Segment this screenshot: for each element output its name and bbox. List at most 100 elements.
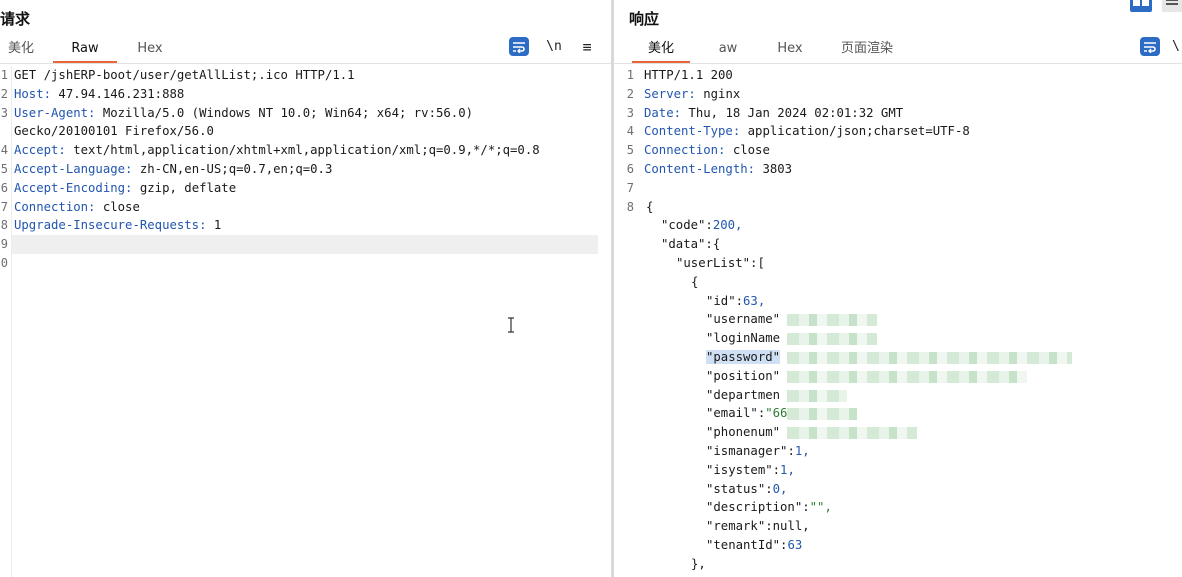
- word-wrap-button[interactable]: [1140, 37, 1160, 56]
- header-name: Date:: [644, 105, 682, 120]
- json-colon: :: [787, 444, 795, 458]
- json-key: "data": [661, 237, 706, 252]
- json-key: "position": [706, 368, 781, 383]
- json-value: "66: [765, 406, 788, 421]
- json-text: "userList":[: [676, 254, 765, 273]
- header-name: Accept:: [14, 143, 66, 158]
- tab-hex[interactable]: Hex: [132, 38, 168, 62]
- line-number: 8: [626, 199, 634, 214]
- tab-hex[interactable]: Hex: [772, 38, 808, 62]
- show-newlines-button[interactable]: \: [1172, 37, 1182, 56]
- redacted-value: [787, 314, 878, 327]
- word-wrap-button[interactable]: [509, 37, 529, 56]
- response-editor[interactable]: 1 HTTP/1.1 200 2 Server: nginx 3 Date: Thu, 1…: [614, 66, 1182, 577]
- json-value: 63,: [743, 293, 766, 308]
- line-number: 3: [0, 105, 8, 120]
- json-key: "isystem": [706, 462, 773, 477]
- json-value: 0,: [772, 481, 788, 496]
- text-cursor-icon: [508, 317, 514, 333]
- line-text: Content-Type: application/json;charset=U…: [644, 122, 970, 141]
- json-text: "description":"",: [706, 498, 832, 517]
- tabs-divider: [0, 63, 611, 64]
- line-text: Date: Thu, 18 Jan 2024 02:01:32 GMT: [644, 104, 903, 123]
- json-text: "position": [706, 367, 780, 386]
- line-number: 3: [626, 105, 634, 120]
- redacted-value: [787, 370, 1028, 383]
- json-text: "status":0,: [706, 480, 787, 499]
- current-line-highlight: [12, 235, 598, 254]
- json-text: "tenantId":63: [706, 536, 802, 555]
- line-text: Accept-Encoding: gzip, deflate: [14, 179, 236, 198]
- json-key: "userList": [676, 256, 751, 270]
- request-title: 请求: [0, 10, 31, 28]
- line-number: 5: [626, 143, 634, 158]
- header-value: Gecko/20100101 Firefox/56.0: [14, 124, 214, 139]
- request-pane: 请求 美化 Raw Hex \n ≡ 1 GET /jshERP-boot/use…: [0, 0, 611, 577]
- json-text: "password": [706, 348, 781, 367]
- json-key: "status": [706, 481, 766, 496]
- header-name: Upgrade-Insecure-Requests:: [14, 218, 207, 233]
- menu-button[interactable]: ≡: [577, 37, 597, 56]
- redacted-value: [787, 352, 1073, 364]
- header-name: Host:: [14, 86, 52, 101]
- json-text: "email":"66: [706, 404, 787, 423]
- header-value: HTTP/1.1 200: [644, 68, 733, 82]
- line-number: 2: [626, 86, 634, 101]
- line-text: Server: nginx: [644, 85, 740, 104]
- header-value: Mozilla/5.0 (Windows NT 10.0; Win64; x64…: [95, 105, 474, 120]
- json-text: {: [646, 198, 653, 217]
- line-text: Connection: close: [644, 141, 770, 160]
- json-value: 63: [787, 538, 803, 552]
- header-name: Accept-Language:: [14, 162, 133, 176]
- request-editor[interactable]: 1 GET /jshERP-boot/user/getAllList;.ico H…: [0, 66, 611, 577]
- word-wrap-icon: [1144, 41, 1156, 53]
- header-value: gzip, deflate: [132, 180, 237, 195]
- header-name: Content-Type:: [644, 124, 741, 139]
- layout-toggle: [1122, 0, 1182, 12]
- json-value: 1,: [780, 462, 795, 477]
- json-value: {: [712, 237, 721, 252]
- tab-raw[interactable]: Raw: [53, 38, 117, 63]
- json-value: {: [646, 199, 654, 214]
- tab-render[interactable]: 页面渲染: [834, 38, 900, 62]
- header-value: GET /jshERP-boot/user/getAllList;.ico HT…: [14, 68, 355, 82]
- json-key: "remark": [706, 519, 766, 534]
- json-text: {: [691, 273, 698, 292]
- tab-pretty[interactable]: 美化: [632, 38, 690, 63]
- json-colon: :: [765, 519, 773, 534]
- tab-pretty[interactable]: 美化: [6, 38, 36, 62]
- json-text: "departmen: [706, 386, 780, 405]
- json-text: "isystem":1,: [706, 461, 795, 480]
- json-value: 1,: [794, 444, 810, 458]
- json-text: },: [691, 555, 706, 574]
- line-number: 4: [0, 143, 8, 158]
- show-newlines-button[interactable]: \n: [544, 37, 564, 56]
- line-number: 1: [626, 68, 634, 82]
- tabs-divider: [614, 63, 1182, 64]
- header-value: 1: [206, 218, 222, 233]
- json-text: "loginName: [706, 329, 780, 348]
- header-value: close: [725, 143, 770, 158]
- json-colon: :: [705, 218, 713, 233]
- tab-raw[interactable]: aw: [718, 38, 738, 62]
- json-value: 200,: [712, 218, 743, 233]
- split-vertical-icon[interactable]: [1162, 0, 1182, 12]
- header-value: text/html,application/xhtml+xml,applicat…: [65, 143, 540, 158]
- json-colon: :: [735, 293, 744, 308]
- json-text: "ismanager":1,: [706, 442, 810, 461]
- header-value: nginx: [695, 86, 741, 101]
- redacted-value: [787, 427, 918, 440]
- json-key: "loginName: [706, 331, 781, 346]
- line-text: Accept: text/html,application/xhtml+xml,…: [14, 141, 540, 160]
- line-text: Gecko/20100101 Firefox/56.0: [14, 122, 214, 141]
- json-key: "email": [706, 406, 758, 421]
- line-text: Upgrade-Insecure-Requests: 1: [14, 216, 221, 235]
- line-number: 7: [626, 180, 634, 195]
- split-horizontal-icon[interactable]: [1130, 0, 1152, 12]
- header-value: 47.94.146.231:888: [51, 86, 185, 101]
- json-colon: :: [772, 462, 781, 477]
- header-name: Server:: [644, 86, 696, 101]
- redacted-value: [787, 333, 878, 346]
- json-key: "description": [706, 500, 803, 515]
- line-text: Host: 47.94.146.231:888: [14, 85, 184, 104]
